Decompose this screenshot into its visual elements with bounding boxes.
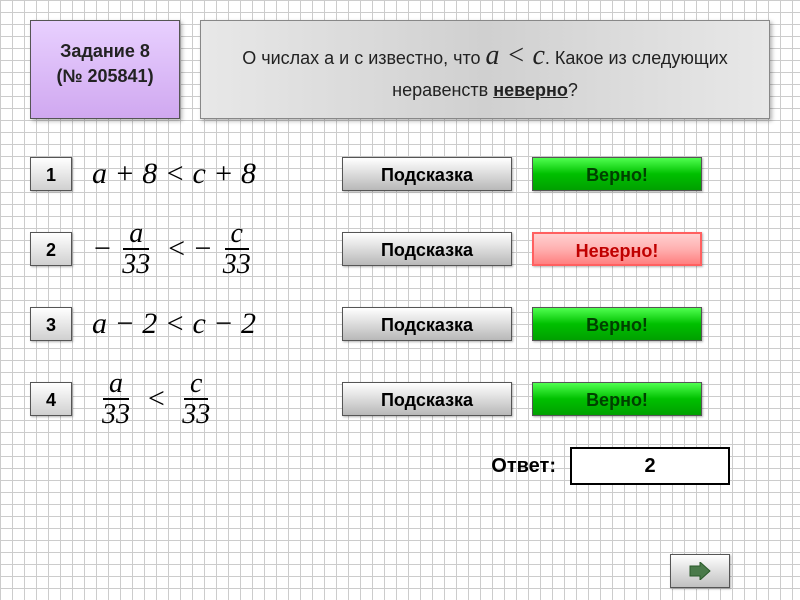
den-4a: 33 <box>96 400 136 429</box>
num-2b: c <box>225 219 249 250</box>
expr-text-1: a + 8 < c + 8 <box>92 157 256 191</box>
option-formula-2: − a 33 < − c 33 <box>92 219 322 280</box>
hint-button-3[interactable]: Подсказка <box>342 307 512 341</box>
num-4b: c <box>184 369 208 400</box>
result-correct-1: Верно! <box>532 157 702 191</box>
den-2b: 33 <box>217 250 257 279</box>
option-number-3[interactable]: 3 <box>30 307 72 341</box>
lt-4: < <box>146 382 166 416</box>
task-title-line2: (№ 205841) <box>37 64 173 89</box>
question-relation: a < c <box>486 40 545 71</box>
question-prefix: О числах a и c известно, что <box>242 48 485 68</box>
frac-2b: c 33 <box>217 219 257 280</box>
question-box: О числах a и c известно, что a < c. Како… <box>200 20 770 119</box>
hint-button-4[interactable]: Подсказка <box>342 382 512 416</box>
frac-4b: c 33 <box>176 369 216 430</box>
option-number-2[interactable]: 2 <box>30 232 72 266</box>
hint-button-2[interactable]: Подсказка <box>342 232 512 266</box>
arrow-right-icon <box>688 562 712 580</box>
option-formula-4: a 33 < c 33 <box>92 369 322 430</box>
options-area: 1 a + 8 < c + 8 Подсказка Верно! 2 − a 3… <box>0 129 800 439</box>
option-row-1: 1 a + 8 < c + 8 Подсказка Верно! <box>30 139 770 209</box>
task-title-box: Задание 8 (№ 205841) <box>30 20 180 119</box>
lt-2: < <box>166 232 186 266</box>
option-number-1[interactable]: 1 <box>30 157 72 191</box>
next-button[interactable] <box>670 554 730 588</box>
question-suffix2: ? <box>568 80 578 100</box>
num-2a: a <box>123 219 149 250</box>
hint-button-1[interactable]: Подсказка <box>342 157 512 191</box>
question-keyword: неверно <box>493 80 568 100</box>
result-incorrect-2: Неверно! <box>532 232 702 266</box>
frac-2a: a 33 <box>116 219 156 280</box>
expr-text-3: a − 2 < c − 2 <box>92 307 256 341</box>
option-number-4[interactable]: 4 <box>30 382 72 416</box>
neg-sign-2a: − <box>92 232 112 266</box>
den-2a: 33 <box>116 250 156 279</box>
option-row-4: 4 a 33 < c 33 Подсказка Верно! <box>30 359 770 439</box>
num-4a: a <box>103 369 129 400</box>
frac-4a: a 33 <box>96 369 136 430</box>
den-4b: 33 <box>176 400 216 429</box>
answer-value: 2 <box>570 447 730 485</box>
neg-sign-2b: − <box>193 232 213 266</box>
option-row-3: 3 a − 2 < c − 2 Подсказка Верно! <box>30 289 770 359</box>
option-formula-3: a − 2 < c − 2 <box>92 307 322 341</box>
answer-label: Ответ: <box>491 455 556 478</box>
option-row-2: 2 − a 33 < − c 33 Подсказка Неверно! <box>30 209 770 289</box>
option-formula-1: a + 8 < c + 8 <box>92 157 322 191</box>
result-correct-3: Верно! <box>532 307 702 341</box>
result-correct-4: Верно! <box>532 382 702 416</box>
answer-row: Ответ: 2 <box>0 439 800 485</box>
task-title-line1: Задание 8 <box>37 39 173 64</box>
